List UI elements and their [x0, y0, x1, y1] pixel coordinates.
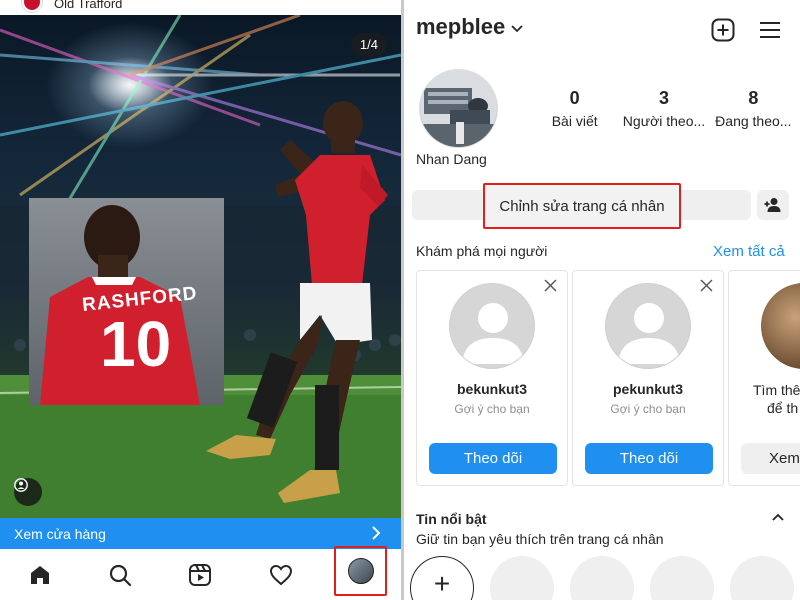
- highlights-title: Tin nổi bật: [416, 511, 487, 527]
- profile-panel: mepblee 0 Bài viết 3 Người theo... 8 Đan…: [404, 0, 800, 600]
- highlight-placeholder: [730, 556, 794, 600]
- follow-button[interactable]: Theo dõi: [429, 443, 557, 474]
- nav-search[interactable]: [100, 555, 140, 595]
- default-avatar-icon: [618, 303, 680, 364]
- see-all-link[interactable]: Xem tất cả: [713, 243, 785, 260]
- suggestion-avatar[interactable]: [605, 283, 691, 369]
- default-avatar-icon: [462, 303, 524, 364]
- stat-following-label: Đang theo...: [715, 113, 792, 129]
- post-location[interactable]: Old Trafford: [54, 0, 122, 11]
- person-icon: [14, 478, 28, 492]
- follow-button[interactable]: Theo dõi: [585, 443, 713, 474]
- tagged-people-button[interactable]: [14, 478, 42, 506]
- find-friends-card[interactable]: Tìm thê để th Xem: [728, 270, 800, 486]
- nav-home[interactable]: [20, 555, 60, 595]
- chevron-up-icon[interactable]: [772, 513, 784, 521]
- suggestion-card[interactable]: bekunkut3 Gợi ý cho bạn Theo dõi: [416, 270, 568, 486]
- profile-picture[interactable]: [419, 69, 498, 148]
- post-photo[interactable]: RASHFORD 10 1/4: [0, 15, 401, 518]
- home-icon: [31, 565, 50, 584]
- nav-activity[interactable]: [261, 555, 301, 595]
- stat-following[interactable]: 8 Đang theo...: [709, 88, 798, 129]
- stat-posts-value: 0: [569, 88, 580, 108]
- stat-posts[interactable]: 0 Bài viết: [530, 88, 619, 129]
- find-friends-avatar: [761, 283, 800, 369]
- menu-icon[interactable]: [758, 18, 782, 42]
- plus-icon: +: [433, 568, 451, 599]
- new-highlight-button[interactable]: +: [410, 556, 474, 600]
- post-counter: 1/4: [350, 33, 387, 56]
- search-icon: [110, 564, 132, 586]
- view-button[interactable]: Xem: [741, 443, 800, 474]
- new-post-icon[interactable]: [711, 18, 735, 42]
- highlights-subtitle: Giữ tin bạn yêu thích trên trang cá nhân: [416, 531, 664, 547]
- profile-stats: 0 Bài viết 3 Người theo... 8 Đang theo..…: [530, 88, 798, 129]
- photo-illustration: [0, 15, 401, 518]
- chevron-right-icon: [372, 526, 381, 540]
- highlight-placeholder: [650, 556, 714, 600]
- heart-icon: [269, 564, 292, 585]
- stat-followers-label: Người theo...: [622, 113, 706, 129]
- edit-profile-button[interactable]: Chỉnh sửa trang cá nhân: [483, 183, 681, 229]
- find-friends-text: Tìm thê để th: [753, 381, 800, 417]
- stat-followers[interactable]: 3 Người theo...: [619, 88, 708, 129]
- stat-posts-label: Bài viết: [551, 113, 598, 129]
- suggestion-subtitle: Gợi ý cho bạn: [610, 402, 686, 416]
- highlight-placeholder: [490, 556, 554, 600]
- profile-avatar-icon: [347, 558, 374, 584]
- reels-icon: [189, 563, 212, 586]
- highlight-placeholder: [570, 556, 634, 600]
- stat-following-value: 8: [748, 88, 759, 108]
- find-friends-line1: Tìm thê: [753, 382, 800, 398]
- post-location-bar: Old Trafford: [0, 0, 401, 15]
- post-author-avatar[interactable]: [22, 0, 42, 12]
- suggestion-subtitle: Gợi ý cho bạn: [454, 402, 530, 416]
- view-shop-bar[interactable]: Xem cửa hàng: [0, 518, 401, 549]
- profile-photo-illustration: [420, 70, 497, 147]
- suggestion-username[interactable]: bekunkut3: [417, 381, 567, 397]
- jersey-number: 10: [100, 308, 172, 380]
- profile-username[interactable]: mepblee: [416, 14, 505, 40]
- close-icon[interactable]: [700, 279, 713, 292]
- post-panel: Old Trafford RASHFORD 10 1/4 Xem cửa hàn…: [0, 0, 401, 600]
- nav-reels[interactable]: [180, 555, 220, 595]
- close-icon[interactable]: [544, 279, 557, 292]
- discover-people-button[interactable]: [757, 190, 789, 220]
- suggestion-avatar[interactable]: [449, 283, 535, 369]
- find-friends-line2: để th: [767, 400, 799, 416]
- view-shop-label: Xem cửa hàng: [14, 525, 106, 542]
- nav-profile-highlight[interactable]: [334, 546, 387, 596]
- chevron-down-icon: [511, 24, 523, 32]
- discover-title: Khám phá mọi người: [416, 243, 548, 259]
- suggestion-username[interactable]: pekunkut3: [573, 381, 723, 397]
- stat-followers-value: 3: [658, 88, 669, 108]
- profile-header[interactable]: mepblee: [416, 14, 523, 40]
- suggestion-card[interactable]: pekunkut3 Gợi ý cho bạn Theo dõi: [572, 270, 724, 486]
- profile-display-name: Nhan Dang: [416, 151, 487, 167]
- add-person-icon: [764, 198, 781, 212]
